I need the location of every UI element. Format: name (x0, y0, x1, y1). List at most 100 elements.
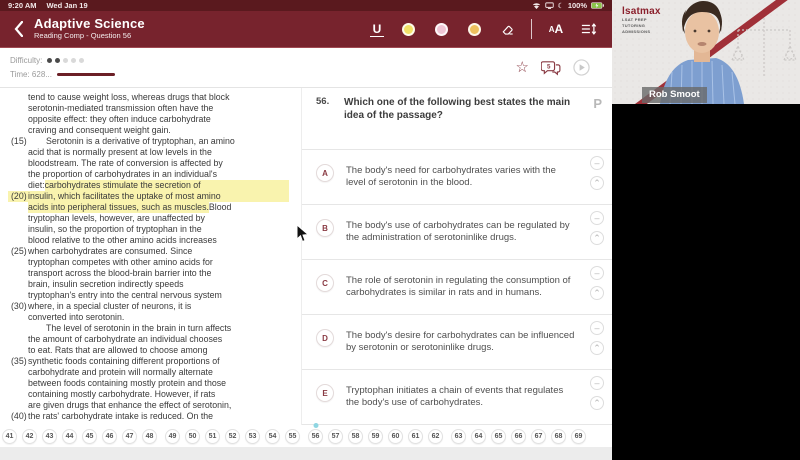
answer-letter-badge[interactable]: E (316, 384, 334, 402)
font-size-button[interactable]: AA (547, 20, 565, 38)
passage-line: tend to cause weight loss, whereas drugs… (28, 92, 230, 102)
orange-highlighter-button[interactable] (465, 20, 483, 38)
favorite-star-icon[interactable]: ☆ (516, 60, 529, 75)
nav-question-59[interactable]: 59 (368, 428, 383, 444)
answer-letter-badge[interactable]: D (316, 329, 334, 347)
answer-text: The body's desire for carbohydrates can … (346, 330, 575, 353)
lsatmax-logo: lsatmax LSAT PREP TUTORING ADMISSIONS (622, 6, 661, 35)
pink-highlighter-button[interactable] (432, 20, 450, 38)
eliminate-answer-icon[interactable]: – (590, 211, 604, 225)
question-navigator[interactable]: 41 42 43 44 45 46 47 48 49 50 51 52 53 54 55 56 57 58 59 60… (0, 422, 612, 447)
eliminate-answer-icon[interactable]: – (590, 156, 604, 170)
question-meta-row: Difficulty: Time: 628... ☆ 5 (0, 48, 612, 88)
nav-question-69[interactable]: 69 (571, 428, 586, 444)
flag-p-icon[interactable]: P (593, 96, 604, 149)
underline-tool-button[interactable]: U (370, 22, 384, 37)
passage-line: blood relative to the other amino acids … (28, 235, 217, 245)
brand-name: lsatmax (622, 6, 661, 17)
passage-line: are given drugs that enhance the effect … (28, 400, 232, 410)
passage-line: bloodstream. The rate of conversion is a… (28, 158, 223, 168)
question-panel: 56. Which one of the following best stat… (302, 88, 612, 425)
line-number: (40) (11, 411, 27, 421)
chat-badge-count: 5 (547, 63, 551, 70)
nav-question-46[interactable]: 46 (102, 428, 117, 444)
answer-card-C[interactable]: C The role of serotonin in regulating the… (302, 260, 612, 315)
line-spacing-button[interactable] (580, 20, 598, 38)
collapse-answer-icon[interactable]: ⌃ (590, 396, 604, 410)
highlighted-text: insulin, which facilitates the uptake of… (28, 191, 221, 202)
nav-question-58[interactable]: 58 (348, 428, 363, 444)
bottom-gap (0, 447, 612, 460)
answer-text: The body's use of carbohydrates can be r… (346, 220, 570, 243)
eliminate-answer-icon[interactable]: – (590, 266, 604, 280)
eliminate-answer-icon[interactable]: – (590, 321, 604, 335)
eraser-tool-button[interactable] (498, 20, 516, 38)
passage-line: the proportion of carbohydrates in an in… (28, 169, 217, 179)
passage-line: (35) synthetic foods containing different… (11, 356, 220, 366)
nav-question-43[interactable]: 43 (42, 428, 57, 444)
nav-question-41[interactable]: 41 (2, 428, 17, 444)
line-number: (15) (11, 136, 27, 146)
annotation-toolbar: U AA (370, 19, 602, 39)
nav-question-68[interactable]: 68 (551, 428, 566, 444)
answer-letter-badge[interactable]: C (316, 274, 334, 292)
question-nav-group: 41 42 43 44 45 46 47 48 (2, 428, 157, 444)
answer-text: The role of serotonin in regulating the … (346, 275, 571, 298)
nav-question-44[interactable]: 44 (62, 428, 77, 444)
nav-question-57[interactable]: 57 (328, 428, 343, 444)
nav-question-55[interactable]: 55 (285, 428, 300, 444)
brand-sub-line: ADMISSIONS (622, 29, 651, 34)
battery-percent: 100% (567, 1, 587, 10)
passage-line: serotonin-mediated transmission often ha… (28, 103, 214, 113)
nav-question-50[interactable]: 50 (185, 428, 200, 444)
nav-question-47[interactable]: 47 (122, 428, 137, 444)
line-number: (35) (11, 356, 27, 366)
nav-question-45[interactable]: 45 (82, 428, 97, 444)
answer-letter-badge[interactable]: B (316, 219, 334, 237)
play-video-icon[interactable] (573, 59, 590, 76)
answer-card-A[interactable]: A The body's need for carbohydrates varie… (302, 150, 612, 205)
answer-letter-badge[interactable]: A (316, 164, 334, 182)
participant-video[interactable]: lsatmax LSAT PREP TUTORING ADMISSIONS Ro… (612, 0, 800, 104)
passage-line: opposite effect: they often induce carbo… (28, 114, 211, 124)
nav-question-51[interactable]: 51 (205, 428, 220, 444)
status-bar: 9:20 AM Wed Jan 19 ☾ 100% (0, 0, 612, 11)
app-header: Adaptive Science Reading Comp - Question… (0, 11, 612, 48)
answers-list: A The body's need for carbohydrates varie… (302, 150, 612, 425)
collapse-answer-icon[interactable]: ⌃ (590, 176, 604, 190)
nav-question-66[interactable]: 66 (511, 428, 526, 444)
chat-bubble-icon[interactable]: 5 (541, 60, 561, 76)
answer-card-D[interactable]: D The body's desire for carbohydrates can… (302, 315, 612, 370)
collapse-answer-icon[interactable]: ⌃ (590, 231, 604, 245)
back-button[interactable] (10, 18, 26, 40)
nav-question-54[interactable]: 54 (265, 428, 280, 444)
passage-line: craving and consequent weight gain. (28, 125, 171, 135)
page-title: Adaptive Science (34, 16, 145, 32)
question-nav-group: 63 64 65 66 67 68 69 (451, 428, 586, 444)
nav-question-52[interactable]: 52 (225, 428, 240, 444)
nav-question-48[interactable]: 48 (142, 428, 157, 444)
collapse-answer-icon[interactable]: ⌃ (590, 286, 604, 300)
answer-card-E[interactable]: E Tryptophan initiates a chain of events … (302, 370, 612, 425)
yellow-highlighter-button[interactable] (399, 20, 417, 38)
answer-card-B[interactable]: B The body's use of carbohydrates can be … (302, 205, 612, 260)
collapse-answer-icon[interactable]: ⌃ (590, 341, 604, 355)
nav-question-53[interactable]: 53 (245, 428, 260, 444)
passage-line: acid that is normally present at low lev… (28, 147, 212, 157)
nav-question-64[interactable]: 64 (471, 428, 486, 444)
difficulty-dot (47, 58, 53, 63)
nav-question-62[interactable]: 62 (428, 428, 443, 444)
answer-text: The body's need for carbohydrates varies… (346, 165, 556, 188)
passage-line: diet: carbohydrates stimulate the secret… (8, 180, 289, 191)
nav-question-63[interactable]: 63 (451, 428, 466, 444)
question-text: Which one of the following best states t… (344, 97, 571, 121)
eliminate-answer-icon[interactable]: – (590, 376, 604, 390)
nav-question-56[interactable]: 56 (308, 422, 323, 444)
nav-question-61[interactable]: 61 (408, 428, 423, 444)
nav-question-42[interactable]: 42 (22, 428, 37, 444)
passage-panel[interactable]: tend to cause weight loss, whereas drugs… (0, 88, 302, 425)
nav-question-65[interactable]: 65 (491, 428, 506, 444)
nav-question-49[interactable]: 49 (165, 428, 180, 444)
nav-question-60[interactable]: 60 (388, 428, 403, 444)
nav-question-67[interactable]: 67 (531, 428, 546, 444)
